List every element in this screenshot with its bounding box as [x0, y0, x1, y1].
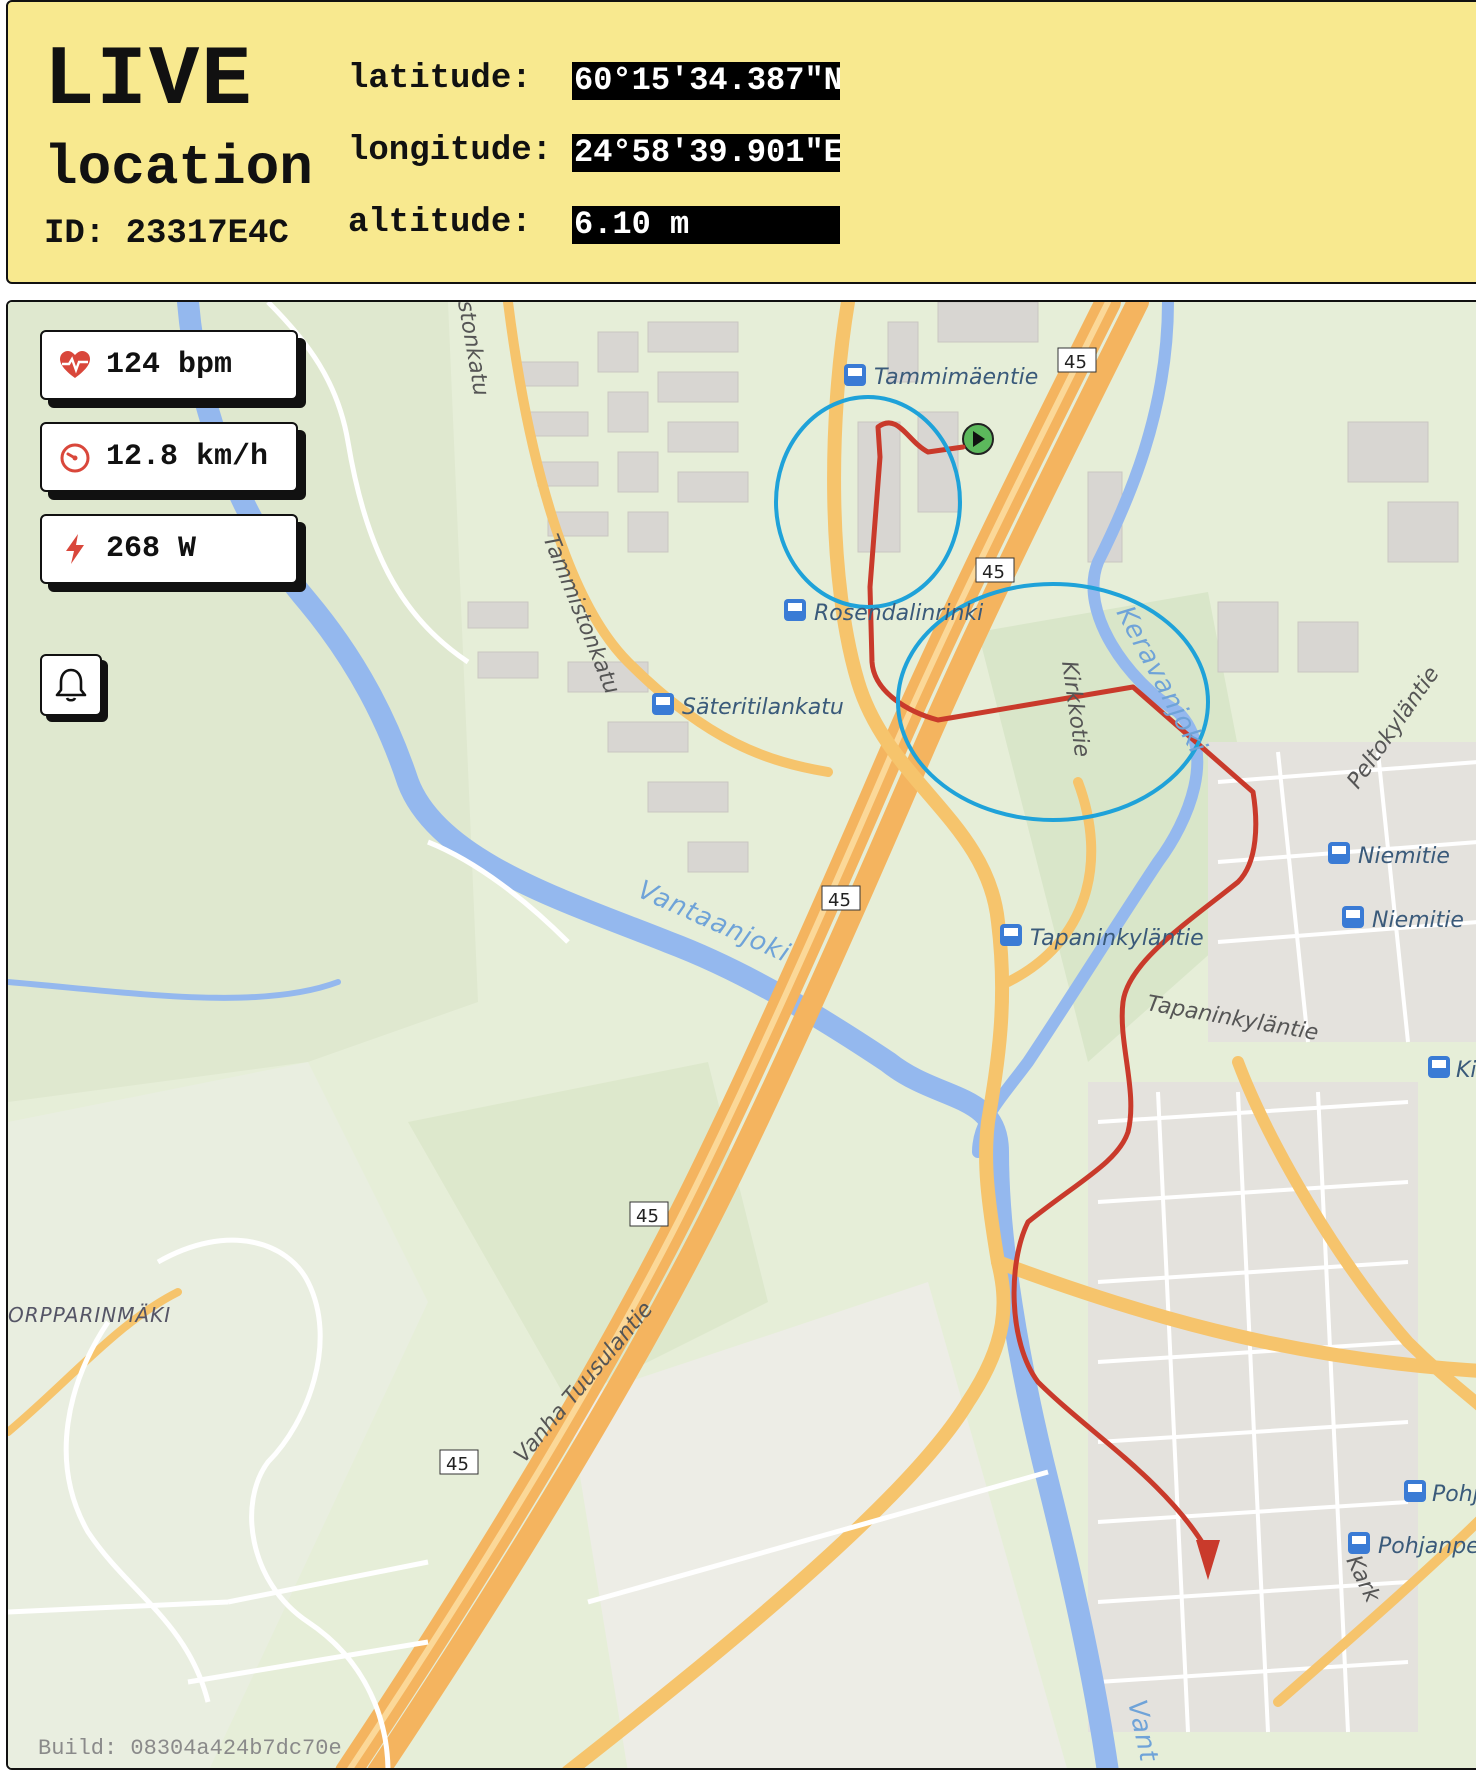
highway-shield: 45 [821, 885, 861, 911]
speed-value: 12.8 km/h [106, 440, 269, 474]
bus-stop-icon[interactable] [1328, 842, 1350, 864]
latitude-label: latitude: [348, 60, 532, 98]
heart-pulse-icon [60, 351, 90, 378]
bus-stop-label: Tapaninkyläntie [1030, 926, 1204, 951]
heart-rate-value: 124 bpm [106, 348, 233, 382]
bus-stop-icon[interactable] [1428, 1056, 1450, 1078]
bus-stop-label: Niemitie [1372, 908, 1464, 933]
svg-text:45: 45 [446, 1454, 469, 1475]
power-card: 268 W [40, 514, 298, 584]
heart-rate-card: 124 bpm [40, 330, 298, 400]
bus-stop-icon[interactable] [784, 599, 806, 621]
longitude-label: longitude: [348, 132, 553, 170]
latitude-value: 60°15'34.387"N [572, 62, 840, 100]
bus-stop-icon[interactable] [1000, 924, 1022, 946]
bus-stop-label: Tammimäentie [874, 365, 1038, 390]
highway-shield: 45 [629, 1201, 669, 1227]
power-value: 268 W [106, 532, 197, 566]
highway-shield: 45 [975, 557, 1015, 583]
longitude-value: 24°58'39.901"E [572, 134, 840, 172]
altitude-value: 6.10 m [572, 206, 840, 244]
bus-stop-icon[interactable] [844, 364, 866, 386]
speedometer-icon [60, 443, 90, 473]
bus-stop-label: Rosendalinrinki [814, 601, 983, 626]
bus-stop-icon[interactable] [1342, 906, 1364, 928]
alerts-button[interactable] [40, 654, 102, 716]
svg-text:45: 45 [828, 890, 851, 911]
bus-stop-icon[interactable] [652, 693, 674, 715]
build-info: Build: 08304a424b7dc70e [38, 1736, 342, 1761]
device-id: ID: 23317E4C [44, 215, 289, 253]
speed-card: 12.8 km/h [40, 422, 298, 492]
highway-shield: 45 [439, 1449, 479, 1475]
map-view[interactable]: 45 45 45 45 45 Tammimäentie Rosendalinri… [6, 300, 1476, 1770]
altitude-label: altitude: [348, 204, 532, 242]
bus-stop-icon[interactable] [1404, 1480, 1426, 1502]
bus-stop-label: Niemitie [1358, 844, 1450, 869]
bus-stop-label: Ki [1456, 1058, 1476, 1083]
bus-stop-label: Pohja [1432, 1482, 1476, 1507]
start-marker[interactable] [962, 423, 994, 455]
bus-stop-label: Säteritilankatu [682, 695, 844, 720]
svg-text:45: 45 [982, 562, 1005, 583]
highway-shield: 45 [1057, 347, 1097, 373]
header-panel: LIVE location ID: 23317E4C latitude: 60°… [6, 0, 1476, 284]
lightning-icon [66, 534, 84, 564]
location-title: location [44, 136, 313, 200]
bus-stop-label: Pohjanpelto [1378, 1534, 1476, 1559]
svg-text:45: 45 [636, 1206, 659, 1227]
bell-icon [55, 668, 87, 702]
svg-text:45: 45 [1064, 352, 1087, 373]
area-label: ORPPARINMÄKI [8, 1303, 171, 1327]
live-title: LIVE [44, 34, 254, 129]
bus-stop-icon[interactable] [1348, 1532, 1370, 1554]
